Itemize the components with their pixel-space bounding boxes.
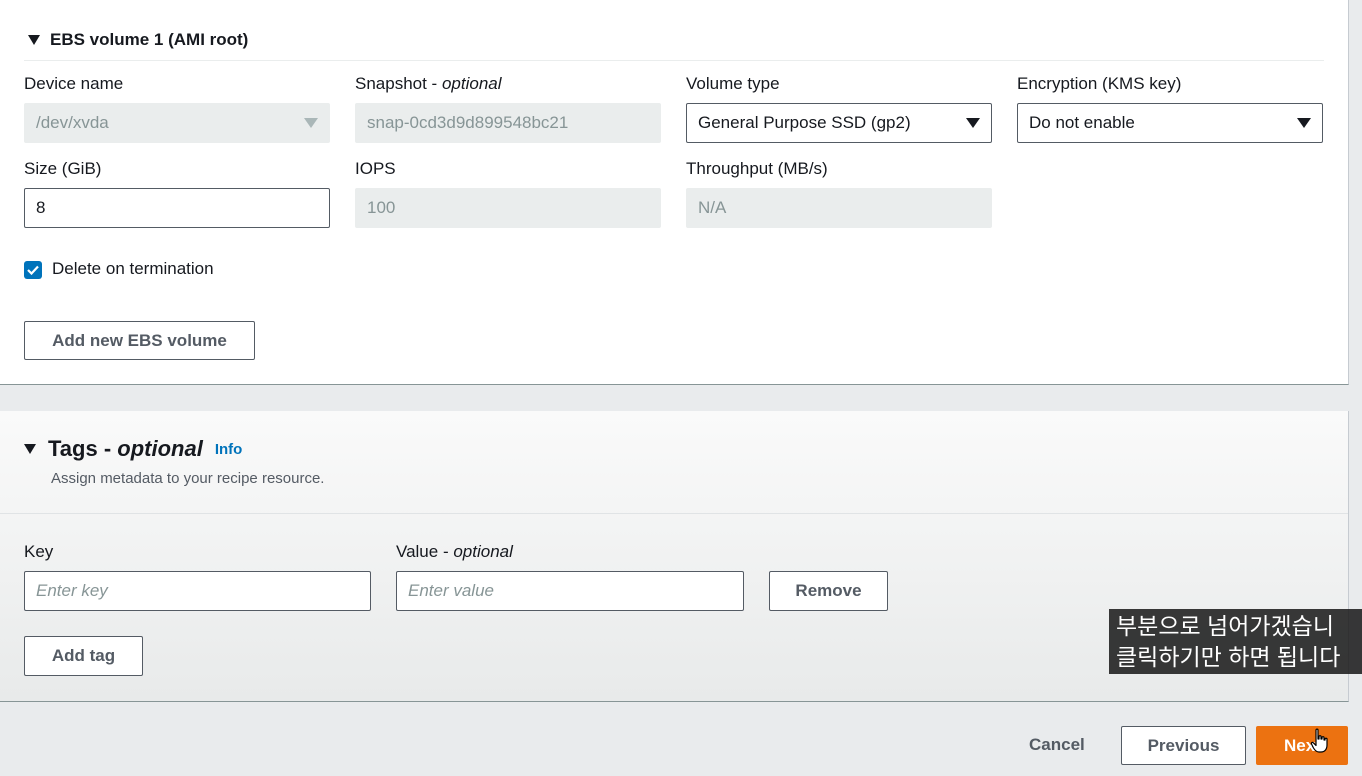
encryption-value: Do not enable: [1029, 113, 1135, 132]
device-name-select: /dev/xvda: [24, 103, 330, 143]
chevron-down-icon: [1297, 118, 1311, 128]
encryption-select[interactable]: Do not enable: [1017, 103, 1323, 143]
ebs-volume-title: EBS volume 1 (AMI root): [50, 30, 249, 49]
volume-type-value: General Purpose SSD (gp2): [698, 113, 911, 132]
cancel-button[interactable]: Cancel: [1029, 735, 1085, 755]
iops-label: IOPS: [355, 159, 396, 178]
tag-key-placeholder: Enter key: [36, 581, 108, 600]
value-optional-text: optional: [453, 542, 513, 561]
volume-type-label: Volume type: [686, 74, 780, 93]
tags-title: Tags - optional: [48, 436, 203, 462]
checkmark-icon: [27, 265, 39, 275]
ebs-volume-header[interactable]: EBS volume 1 (AMI root): [28, 30, 248, 50]
tag-value-input[interactable]: Enter value: [396, 571, 744, 611]
subtitle-line-2: 클릭하기만 하면 됩니다: [1116, 644, 1341, 670]
tag-value-placeholder: Enter value: [408, 581, 494, 600]
snapshot-field: snap-0cd3d9d899548bc21: [355, 103, 661, 143]
tag-key-input[interactable]: Enter key: [24, 571, 371, 611]
add-ebs-volume-button[interactable]: Add new EBS volume: [24, 321, 255, 360]
previous-button[interactable]: Previous: [1121, 726, 1246, 765]
throughput-value: N/A: [698, 198, 727, 217]
volume-type-select[interactable]: General Purpose SSD (gp2): [686, 103, 992, 143]
snapshot-label-text: Snapshot -: [355, 74, 442, 93]
info-link[interactable]: Info: [215, 441, 243, 458]
key-label: Key: [24, 542, 54, 561]
device-name-label: Device name: [24, 74, 124, 93]
value-label-text: Value -: [396, 542, 454, 561]
collapse-triangle-icon: [28, 35, 40, 45]
chevron-down-icon: [304, 118, 318, 128]
snapshot-optional-text: optional: [441, 74, 502, 93]
add-tag-button[interactable]: Add tag: [24, 636, 143, 676]
delete-on-termination-checkbox[interactable]: [24, 261, 42, 279]
chevron-down-icon: [966, 118, 980, 128]
tags-header[interactable]: Tags - optional Info: [24, 436, 242, 462]
video-subtitle-overlay: 부분으로 넘어가겠습니 클릭하기만 하면 됩니다: [1109, 609, 1362, 674]
next-button[interactable]: Next: [1256, 726, 1348, 765]
throughput-field: N/A: [686, 188, 992, 228]
remove-tag-button[interactable]: Remove: [769, 571, 888, 611]
snapshot-label: Snapshot - optional: [355, 74, 502, 94]
size-input[interactable]: 8: [24, 188, 330, 228]
hand-cursor-icon: [1310, 728, 1328, 753]
delete-on-termination-label[interactable]: Delete on termination: [52, 259, 214, 279]
device-name-value: /dev/xvda: [36, 113, 109, 132]
subtitle-line-1: 부분으로 넘어가겠습니: [1116, 613, 1334, 639]
throughput-label: Throughput (MB/s): [686, 159, 828, 178]
encryption-label: Encryption (KMS key): [1017, 74, 1182, 93]
iops-field: 100: [355, 188, 661, 228]
snapshot-value: snap-0cd3d9d899548bc21: [367, 113, 569, 132]
tags-optional-text: optional: [117, 436, 203, 461]
value-label: Value - optional: [396, 542, 513, 562]
collapse-triangle-icon: [24, 444, 36, 454]
size-value: 8: [36, 198, 46, 217]
iops-value: 100: [367, 198, 396, 217]
tags-title-text: Tags -: [48, 436, 118, 461]
section-divider: [24, 60, 1324, 61]
tags-description: Assign metadata to your recipe resource.: [51, 470, 325, 487]
size-label: Size (GiB): [24, 159, 102, 178]
tags-header-divider: [0, 513, 1348, 514]
